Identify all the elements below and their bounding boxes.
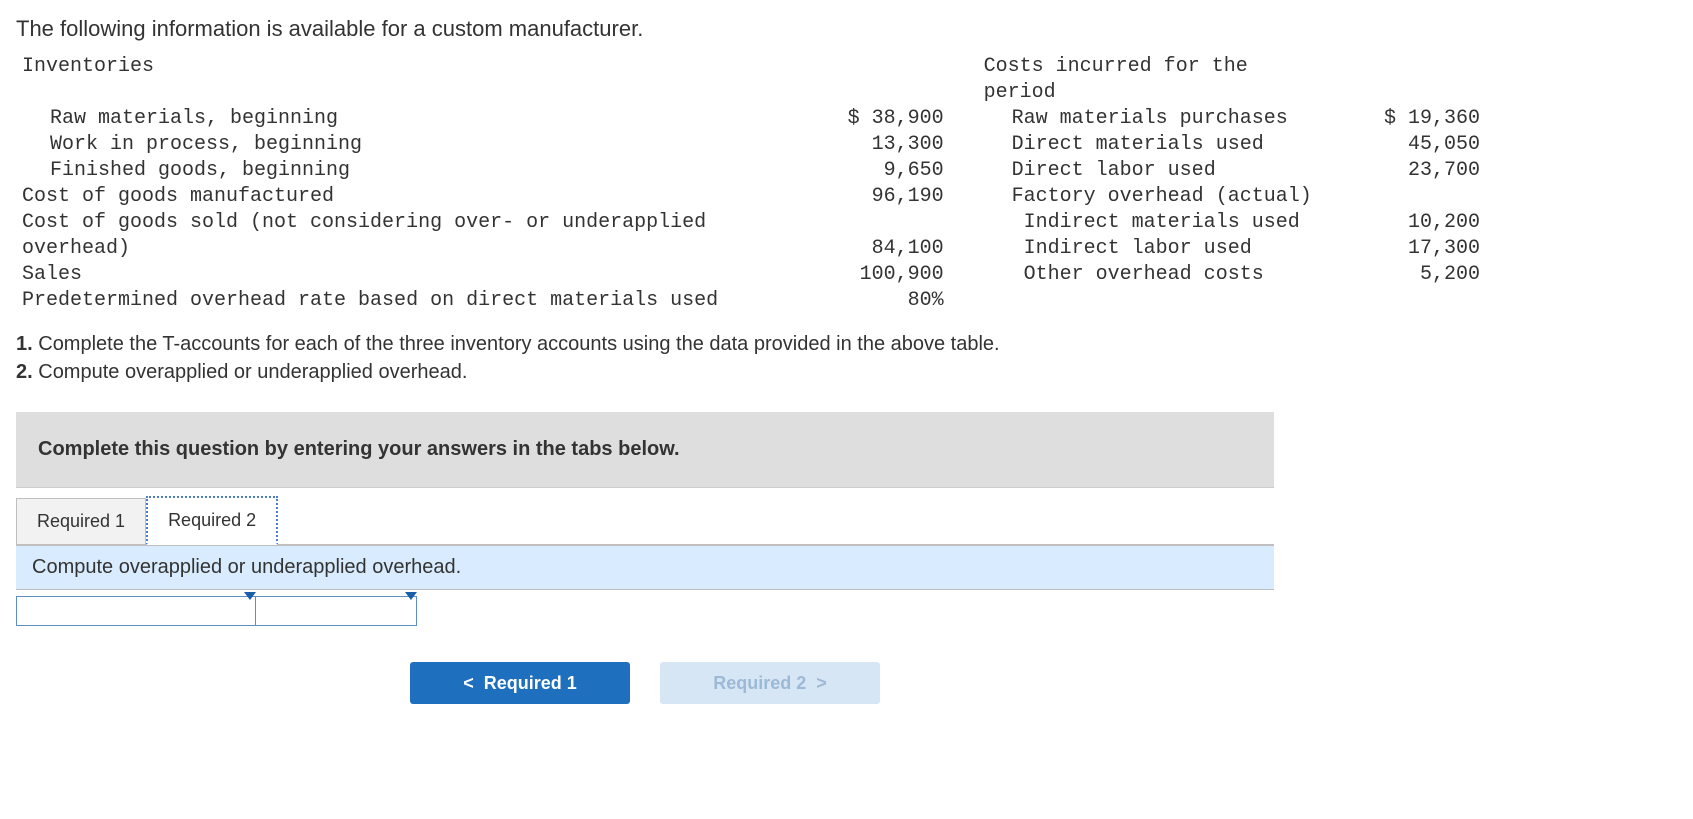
q1-number: 1. [16, 333, 33, 355]
left-row-label: Cost of goods manufactured [16, 184, 788, 210]
instruction-bar: Complete this question by entering your … [16, 412, 1274, 488]
costs-header: Costs incurred for the period [978, 54, 1324, 106]
answer-panel: Complete this question by entering your … [16, 412, 1274, 704]
tab-required-1[interactable]: Required 1 [16, 498, 146, 544]
left-row-value: 96,190 [788, 184, 950, 210]
answer-dropdown-1[interactable] [16, 596, 256, 626]
chevron-left-icon: < [463, 673, 474, 694]
tabs-row: Required 1 Required 2 [16, 488, 1274, 545]
dropdown-caret-icon [244, 592, 256, 600]
right-row-label: Factory overhead (actual) [978, 184, 1324, 210]
q2-text: Compute overapplied or underapplied over… [33, 361, 468, 383]
left-row-value: 9,650 [788, 158, 950, 184]
tab-required-2[interactable]: Required 2 [146, 496, 278, 545]
answer-row [16, 596, 1274, 626]
right-row-value: 17,300 [1324, 236, 1486, 262]
right-row-value: 45,050 [1324, 132, 1486, 158]
answer-input-2[interactable] [256, 596, 417, 626]
left-row-value: $ 38,900 [788, 106, 950, 132]
left-row-label: Predetermined overhead rate based on dir… [16, 288, 788, 314]
left-row-label: Finished goods, beginning [16, 158, 788, 184]
left-row-value: 13,300 [788, 132, 950, 158]
left-row-label: Work in process, beginning [16, 132, 788, 158]
inventories-header: Inventories [16, 54, 788, 106]
right-row-value: 5,200 [1324, 262, 1486, 314]
next-button[interactable]: Required 2 > [660, 662, 880, 704]
right-row-label: Raw materials purchases [978, 106, 1324, 132]
prev-button-label: Required 1 [484, 673, 577, 694]
next-button-label: Required 2 [713, 673, 806, 694]
intro-text: The following information is available f… [16, 16, 1677, 42]
nav-row: < Required 1 Required 2 > [16, 662, 1274, 704]
q1-text: Complete the T-accounts for each of the … [33, 333, 1000, 355]
right-row-value [1324, 184, 1486, 210]
dropdown-caret-icon [405, 592, 417, 600]
left-row-label: Raw materials, beginning [16, 106, 788, 132]
right-row-value: 10,200 [1324, 210, 1486, 236]
question-list: 1. Complete the T-accounts for each of t… [16, 330, 1677, 386]
q2-number: 2. [16, 361, 33, 383]
left-row-value: 100,900 [788, 262, 950, 288]
left-row-label: Cost of goods sold (not considering over… [16, 210, 788, 262]
chevron-right-icon: > [816, 673, 827, 694]
right-row-label: Direct labor used [978, 158, 1324, 184]
prev-button[interactable]: < Required 1 [410, 662, 630, 704]
right-row-label: Direct materials used [978, 132, 1324, 158]
left-row-value: 84,100 [788, 210, 950, 262]
right-row-label: Indirect labor used [978, 236, 1324, 262]
subprompt: Compute overapplied or underapplied over… [16, 545, 1274, 590]
right-row-value: 23,700 [1324, 158, 1486, 184]
data-table: Inventories Costs incurred for the perio… [16, 54, 1486, 314]
right-row-value: $ 19,360 [1324, 106, 1486, 132]
right-row-label: Indirect materials used [978, 210, 1324, 236]
right-row-label: Other overhead costs [978, 262, 1324, 314]
left-row-value: 80% [788, 288, 950, 314]
left-row-label: Sales [16, 262, 788, 288]
